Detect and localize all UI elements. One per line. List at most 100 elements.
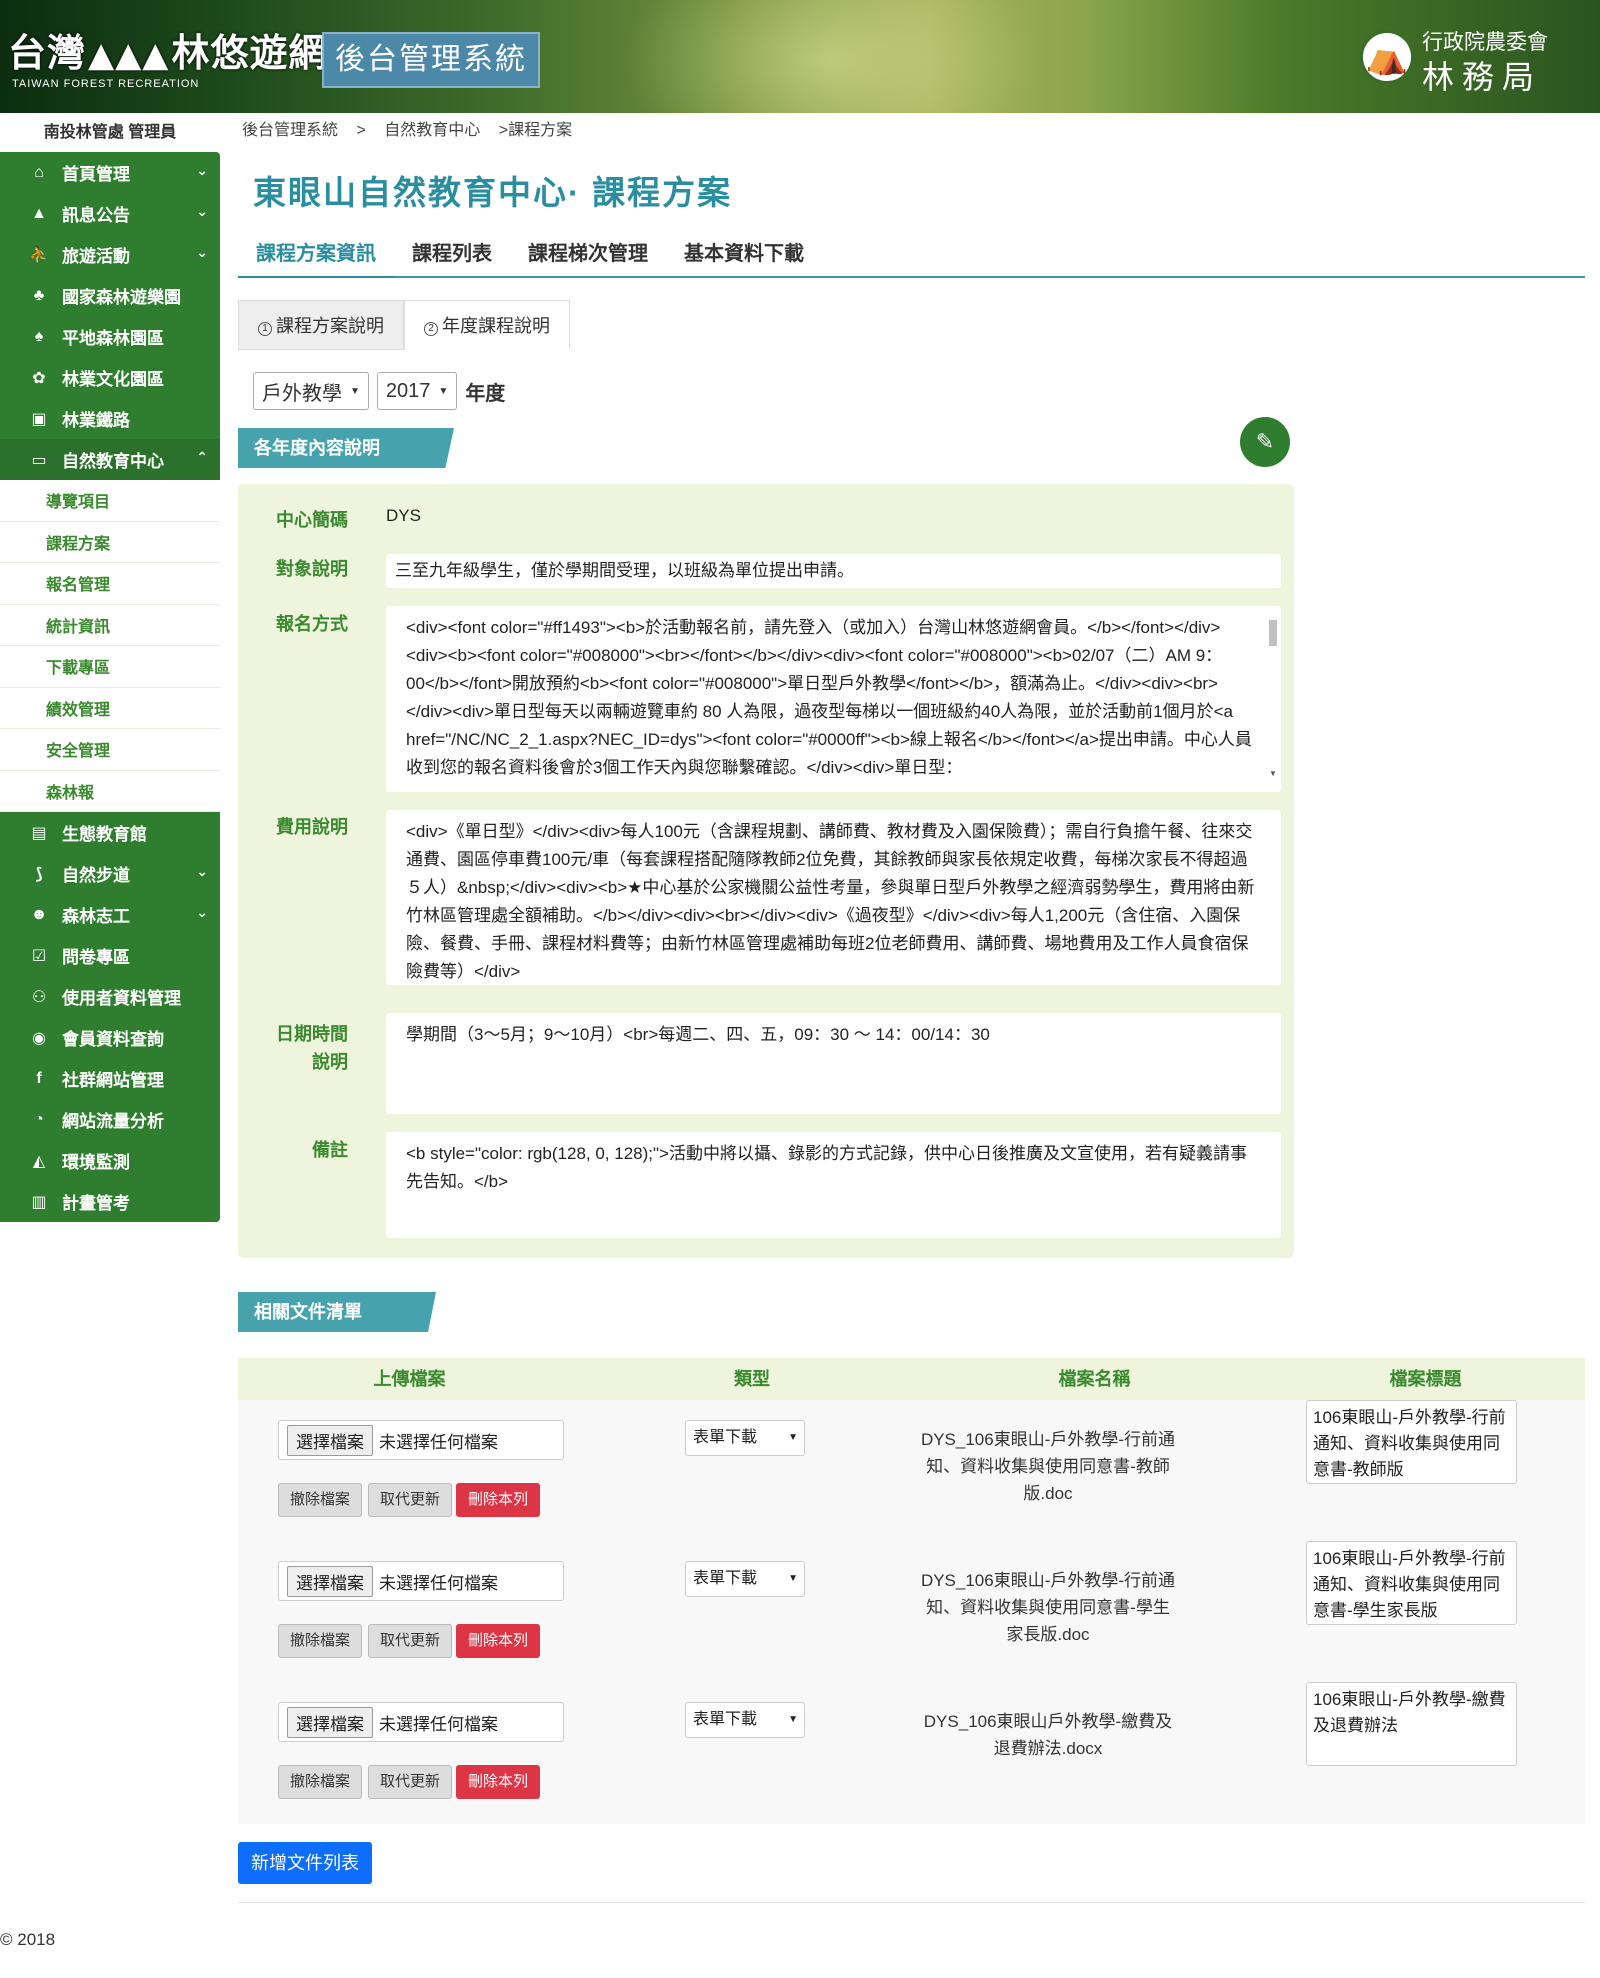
revoke-file-button[interactable]: 撤除檔案 <box>278 1765 362 1799</box>
sidebar-item[interactable]: ▣ 林業鐵路 <box>0 398 220 439</box>
delete-row-button[interactable]: 刪除本列 <box>456 1765 540 1799</box>
file-title-input[interactable]: 106東眼山-戶外教學-行前通知、資料收集與使用同意書-學生家長版 <box>1306 1541 1517 1625</box>
target-label: 對象說明 <box>276 559 348 579</box>
replace-update-button[interactable]: 取代更新 <box>368 1765 452 1799</box>
signup-textarea[interactable]: <div><font color="#ff1493"><b>於活動報名前，請先登… <box>386 606 1281 792</box>
forest-icon: ♠ <box>34 327 44 345</box>
delete-row-button[interactable]: 刪除本列 <box>456 1483 540 1517</box>
sidebar-item[interactable]: ◭ 環境監測 <box>0 1140 220 1181</box>
target-field[interactable]: 三至九年級學生，僅於學期間受理，以班級為單位提出申請。 <box>386 554 1281 588</box>
sidebar-item-label: 網站流量分析 <box>62 1112 164 1131</box>
choose-file-button[interactable]: 選擇檔案 <box>287 1424 373 1456</box>
sidebar-item[interactable]: ☻ 森林志工 ⌄ <box>0 894 220 935</box>
survey-icon: ☑ <box>31 947 47 965</box>
page-title: 東眼山自然教育中心· 課程方案 <box>253 174 733 211</box>
agency-logo: ⛺ 行政院農委會 林務局 <box>1360 24 1590 95</box>
sidebar-item[interactable]: ⚇ 使用者資料管理 <box>0 976 220 1017</box>
type-select-value: 表單下載 <box>693 1429 758 1446</box>
scrollbar-thumb[interactable] <box>1269 620 1277 646</box>
breadcrumb-current: >課程方案 <box>498 122 573 139</box>
replace-update-button[interactable]: 取代更新 <box>368 1624 452 1658</box>
file-input[interactable]: 選擇檔案 未選擇任何檔案 <box>278 1561 564 1601</box>
chevron-down-icon: ⌄ <box>196 203 208 219</box>
revoke-file-button[interactable]: 撤除檔案 <box>278 1624 362 1658</box>
sidebar-item[interactable]: ▲ 訊息公告 ⌄ <box>0 193 220 234</box>
sidebar-item[interactable]: ♣ 國家森林遊樂園 <box>0 275 220 316</box>
file-name: DYS_106東眼山戶外教學-繳費及退費辦法.docx <box>923 1712 1173 1758</box>
type-select[interactable]: 表單下載 ▼ <box>685 1420 805 1456</box>
site-logo[interactable]: 台灣▲▲▲林悠遊網 <box>8 22 327 77</box>
sidebar-subitem[interactable]: 安全管理 <box>0 729 220 771</box>
caret-down-icon: ▼ <box>788 1432 798 1443</box>
sidebar-subitem[interactable]: 績效管理 <box>0 687 220 729</box>
breadcrumb-section[interactable]: 自然教育中心 <box>384 122 480 139</box>
date-label-line1: 日期時間 <box>276 1024 348 1044</box>
sidebar-subitem[interactable]: 森林報 <box>0 770 220 812</box>
home-tree-icon: ⌂ <box>34 163 44 181</box>
sidebar-subitem[interactable]: 課程方案 <box>0 521 220 563</box>
revoke-file-button[interactable]: 撤除檔案 <box>278 1483 362 1517</box>
type-select[interactable]: 戶外教學 ▼ <box>253 372 369 410</box>
annual-content-panel: 中心簡碼 DYS 對象說明 三至九年級學生，僅於學期間受理，以班級為單位提出申請… <box>238 484 1294 1258</box>
sidebar-item[interactable]: ☑ 問卷專區 <box>0 935 220 976</box>
mountain-icon: ◭ <box>32 1152 46 1170</box>
type-select[interactable]: 表單下載 ▼ <box>685 1702 805 1738</box>
volunteer-icon: ☻ <box>30 905 48 923</box>
sidebar-item[interactable]: ⟆ 自然步道 ⌄ <box>0 853 220 894</box>
year-select[interactable]: 2017 ▼ <box>376 372 458 410</box>
sidebar-item[interactable]: ▤ 生態教育館 <box>0 812 220 853</box>
logo-subtitle: TAIWAN FOREST RECREATION <box>12 78 200 90</box>
sidebar-subitem[interactable]: 報名管理 <box>0 563 220 605</box>
docs-table-header: 上傳檔案 類型 檔案名稱 檔案標題 <box>238 1358 1585 1400</box>
sidebar-item[interactable]: ⌂ 首頁管理 ⌄ <box>0 152 220 193</box>
sidebar-item-label: 使用者資料管理 <box>62 989 181 1008</box>
file-title-input[interactable]: 106東眼山-戶外教學-行前通知、資料收集與使用同意書-教師版 <box>1306 1400 1517 1484</box>
sidebar-item[interactable]: ◔ 網站流量分析 <box>0 1099 220 1140</box>
sidebar-item[interactable]: ▭ 自然教育中心 ⌃ <box>0 439 220 480</box>
sidebar-subitem[interactable]: 下載專區 <box>0 646 220 688</box>
fee-textarea[interactable]: <div>《單日型》</div><div>每人100元（含課程規劃、講師費、教材… <box>386 810 1281 985</box>
sidebar-item[interactable]: ✿ 林業文化園區 <box>0 357 220 398</box>
logo-trees-icon: ▲▲▲ <box>88 35 170 75</box>
sidebar-item[interactable]: ⛹ 旅遊活動 ⌄ <box>0 234 220 275</box>
tab-basic-download[interactable]: 基本資料下載 <box>666 236 822 276</box>
choose-file-button[interactable]: 選擇檔案 <box>287 1565 373 1597</box>
code-value: DYS <box>386 506 421 525</box>
subtab-program-description[interactable]: 1 課程方案說明 <box>238 300 404 350</box>
pencil-icon: ✎ <box>1255 429 1275 454</box>
delete-row-button[interactable]: 刪除本列 <box>456 1624 540 1658</box>
train-icon: ▣ <box>31 410 47 428</box>
sidebar-subitem[interactable]: 統計資訊 <box>0 604 220 646</box>
choose-file-button[interactable]: 選擇檔案 <box>287 1706 373 1738</box>
table-row: 選擇檔案 未選擇任何檔案 撤除檔案 取代更新 刪除本列 表單下載 ▼ DYS_106東眼山-戶… <box>238 1400 1585 1542</box>
culture-icon: ✿ <box>32 369 46 387</box>
file-title-input[interactable]: 106東眼山-戶外教學-繳費及退費辦法 <box>1306 1682 1517 1766</box>
file-input[interactable]: 選擇檔案 未選擇任何檔案 <box>278 1702 564 1742</box>
replace-update-button[interactable]: 取代更新 <box>368 1483 452 1517</box>
sidebar-item-label: 環境監測 <box>62 1153 130 1172</box>
traffic-icon: ◔ <box>34 1110 44 1128</box>
signup-scrollbar[interactable]: ▲ ▼ <box>1267 610 1279 788</box>
user-admin-icon: ⚇ <box>31 988 47 1006</box>
tab-course-info[interactable]: 課程方案資訊 <box>238 236 394 278</box>
file-input[interactable]: 選擇檔案 未選擇任何檔案 <box>278 1420 564 1460</box>
sidebar-item[interactable]: f 社群網站管理 <box>0 1058 220 1099</box>
warning-icon: ▲ <box>31 204 47 222</box>
sidebar-item[interactable]: ♠ 平地森林園區 <box>0 316 220 357</box>
type-select[interactable]: 表單下載 ▼ <box>685 1561 805 1597</box>
tab-course-list[interactable]: 課程列表 <box>394 236 510 276</box>
sidebar-item-label: 國家森林遊樂園 <box>62 288 181 307</box>
edit-pencil-button[interactable]: ✎ <box>1240 417 1290 467</box>
note-textarea[interactable]: <b style="color: rgb(128, 0, 128);">活動中將… <box>386 1132 1281 1238</box>
sidebar-subitem[interactable]: 導覽項目 <box>0 480 220 522</box>
sidebar-item[interactable]: ◉ 會員資料查詢 <box>0 1017 220 1058</box>
add-document-row-button[interactable]: 新增文件列表 <box>238 1842 372 1884</box>
sidebar-item-label: 森林志工 <box>62 907 130 926</box>
col-type: 類型 <box>734 1369 770 1389</box>
date-textarea[interactable]: 學期間（3～5月；9～10月）<br>每週二、四、五，09：30 ～ 14：00… <box>386 1013 1281 1114</box>
no-file-text: 未選擇任何檔案 <box>379 1432 498 1452</box>
breadcrumb-home[interactable]: 後台管理系統 <box>242 122 338 139</box>
tab-session-management[interactable]: 課程梯次管理 <box>510 236 666 276</box>
subtab-annual-description[interactable]: 2 年度課程說明 <box>404 300 570 350</box>
sidebar-item[interactable]: ▥ 計畫管考 <box>0 1181 220 1222</box>
